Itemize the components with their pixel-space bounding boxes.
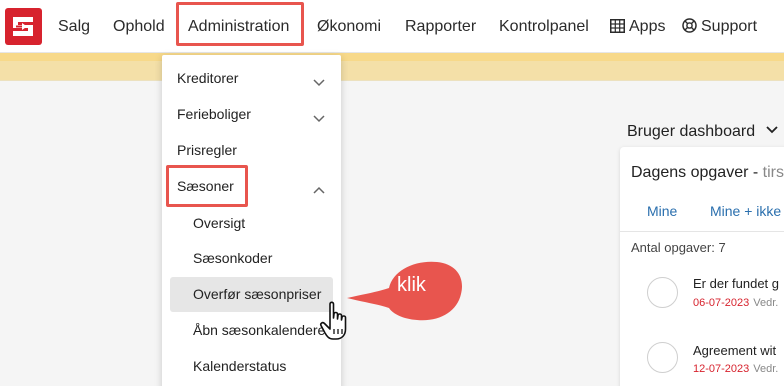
tab-mine[interactable]: Mine xyxy=(647,203,677,220)
menu-item-prisregler[interactable]: Prisregler xyxy=(177,142,237,159)
lifebuoy-icon xyxy=(682,18,697,38)
task-title[interactable]: Agreement wit xyxy=(693,343,776,359)
nav-item-support-label: Support xyxy=(701,18,758,35)
menu-subitem-aabn-saesonkalendere[interactable]: Åbn sæsonkalendere xyxy=(193,322,325,339)
task-count: Antal opgaver: 7 xyxy=(631,240,726,255)
dashboard-selector[interactable]: Bruger dashboard xyxy=(627,120,778,141)
nav-item-apps-label: Apps xyxy=(629,18,666,35)
task-meta: 06-07-2023 Vedr. xyxy=(693,297,778,310)
menu-item-kreditorer[interactable]: Kreditorer xyxy=(177,70,238,87)
card-title: Dagens opgaver - tirs xyxy=(631,163,784,182)
notice-banner-band xyxy=(0,53,784,61)
task-owner: Vedr. xyxy=(753,363,779,375)
highlight-administration xyxy=(176,2,304,46)
task-checkbox[interactable] xyxy=(647,277,678,308)
task-title[interactable]: Er der fundet g xyxy=(693,276,779,292)
card-title-text: Dagens opgaver - xyxy=(631,164,759,181)
card-divider xyxy=(620,231,784,232)
menu-subitem-overfoer-saesonpriser[interactable]: Overfør sæsonpriser xyxy=(193,286,321,303)
menu-subitem-oversigt[interactable]: Oversigt xyxy=(193,215,245,232)
task-date: 06-07-2023 xyxy=(693,297,750,309)
brand-logo[interactable] xyxy=(5,8,42,45)
nav-item-rapporter[interactable]: Rapporter xyxy=(405,17,476,36)
click-callout-label: klik xyxy=(397,274,426,296)
hand-pointer-icon xyxy=(319,301,347,340)
nav-item-ophold[interactable]: Ophold xyxy=(113,17,165,36)
top-nav-bar: Salg Ophold Administration Økonomi Rappo… xyxy=(0,0,784,53)
menu-item-ferieboliger[interactable]: Ferieboliger xyxy=(177,106,251,123)
tab-mine-plus[interactable]: Mine + ikke xyxy=(710,203,781,220)
task-meta: 12-07-2023 Vedr. xyxy=(693,363,778,376)
menu-subitem-saesonkoder[interactable]: Sæsonkoder xyxy=(193,250,272,267)
nav-item-salg[interactable]: Salg xyxy=(58,17,90,36)
chevron-down-icon[interactable] xyxy=(313,74,325,87)
nav-item-okonomi[interactable]: Økonomi xyxy=(317,17,381,36)
task-date: 12-07-2023 xyxy=(693,363,750,375)
task-checkbox[interactable] xyxy=(647,342,678,373)
chevron-down-icon xyxy=(765,120,778,139)
nav-item-apps[interactable]: Apps xyxy=(610,17,665,38)
menu-subitem-kalenderstatus[interactable]: Kalenderstatus xyxy=(193,358,286,375)
grid-icon xyxy=(610,19,625,38)
nav-item-kontrolpanel[interactable]: Kontrolpanel xyxy=(499,17,589,36)
chevron-down-icon[interactable] xyxy=(313,110,325,123)
todays-tasks-card: Dagens opgaver - tirs Mine Mine + ikke A… xyxy=(620,147,784,386)
highlight-saesoner xyxy=(166,165,248,207)
notice-banner xyxy=(0,53,784,81)
dashboard-selector-label: Bruger dashboard xyxy=(627,123,756,140)
nav-item-support[interactable]: Support xyxy=(682,17,757,38)
administration-dropdown: Kreditorer Ferieboliger Prisregler Sæson… xyxy=(162,55,341,386)
task-owner: Vedr. xyxy=(753,297,779,309)
chevron-up-icon[interactable] xyxy=(313,181,325,194)
card-title-suffix: tirs xyxy=(762,164,784,181)
